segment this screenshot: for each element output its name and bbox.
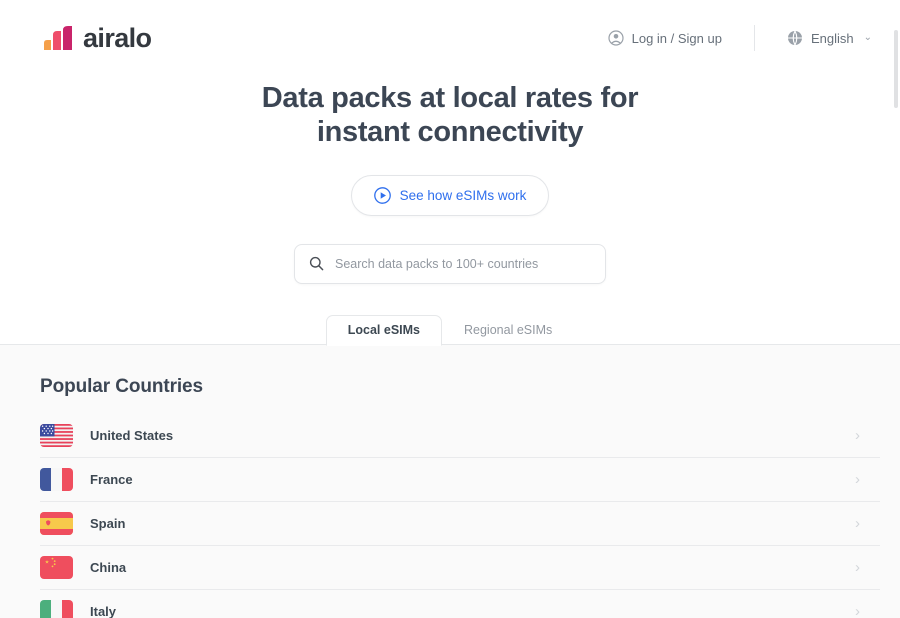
chevron-right-icon: › [855,558,860,576]
flag-united-states [40,423,73,447]
page-scrollbar-thumb[interactable] [894,30,898,108]
language-label: English [810,30,854,46]
page-title-line-1: Data packs at local rates for [261,82,639,114]
esim-type-tabs: Local eSIMs Regional eSIMs [0,314,900,346]
tab-regional-esims[interactable]: Regional eSIMs [442,315,574,345]
chevron-right-icon: › [855,426,860,444]
header-actions: Log in / Sign up English ⌄ [608,25,872,51]
search-icon [309,257,324,271]
play-circle-icon [373,186,391,204]
flag-spain [40,511,73,535]
language-selector-button[interactable]: English ⌄ [787,30,872,46]
flag-italy [40,599,73,618]
see-how-esims-work-label: See how eSIMs work [399,187,527,203]
section-title: Popular Countries [40,375,203,397]
country-name: France [90,471,133,487]
chevron-right-icon: › [855,470,860,488]
country-name: United States [90,427,174,443]
flag-china [40,555,73,579]
flag-france [40,467,73,491]
country-row-spain[interactable]: Spain › [40,502,880,546]
country-name: China [90,559,127,575]
page-title-line-2: instant connectivity [316,115,584,148]
search-bar[interactable] [294,243,606,284]
page-scrollbar[interactable] [892,0,900,618]
chevron-right-icon: › [855,602,860,618]
header-divider [753,25,755,51]
country-list: United States › France › Spain › China ›… [40,414,880,618]
page-title: Data packs at local rates for instant co… [170,82,730,150]
airalo-logo[interactable]: airalo [42,22,152,53]
airalo-logo-text: airalo [83,22,152,53]
country-row-italy[interactable]: Italy › [40,590,880,618]
tab-local-esims[interactable]: Local eSIMs [325,315,442,346]
user-account-icon [608,30,624,46]
login-signup-button[interactable]: Log in / Sign up [608,30,722,46]
country-name: Italy [90,603,117,618]
search-input[interactable] [335,256,591,271]
country-row-china[interactable]: China › [40,546,880,590]
tab-regional-esims-label: Regional eSIMs [464,323,553,338]
airalo-logo-mark [44,26,72,50]
globe-icon [787,30,802,46]
login-signup-label: Log in / Sign up [631,30,722,46]
country-row-united-states[interactable]: United States › [40,414,880,458]
hero-section: Data packs at local rates for instant co… [0,76,900,346]
country-name: Spain [90,515,126,531]
chevron-down-icon: ⌄ [863,32,872,43]
site-header: airalo Log in / Sign up English ⌄ [0,0,900,76]
see-how-esims-work-button[interactable]: See how eSIMs work [350,174,550,216]
popular-countries-section: Popular Countries United States › France… [0,344,900,618]
tab-local-esims-label: Local eSIMs [347,323,420,338]
country-row-france[interactable]: France › [40,458,880,502]
page-root: airalo Log in / Sign up English ⌄ Data p… [0,0,900,618]
chevron-right-icon: › [855,514,860,532]
